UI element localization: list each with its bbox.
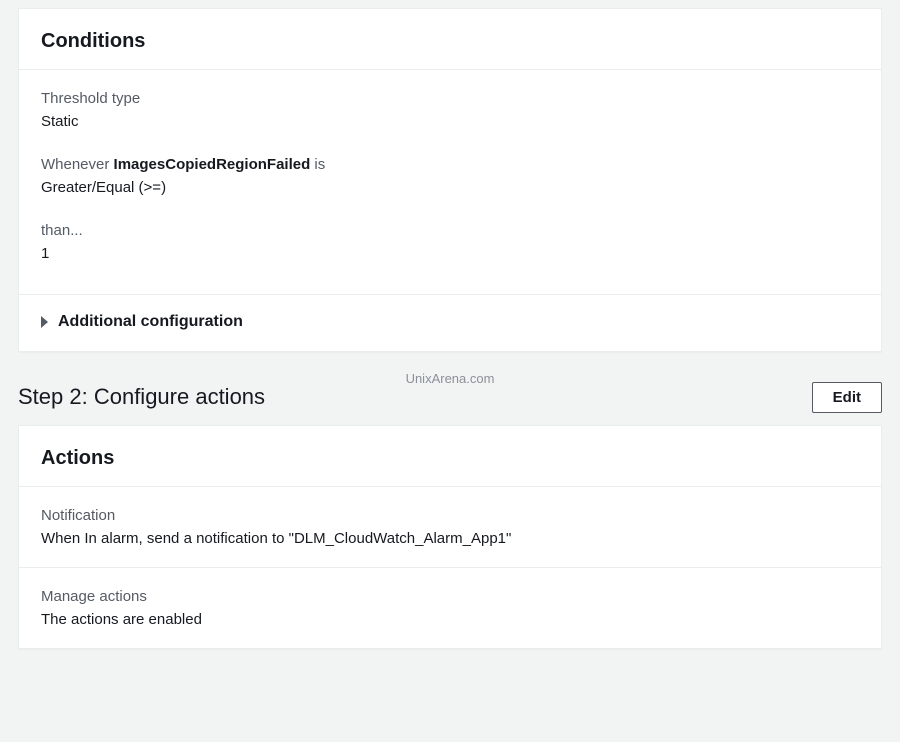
- metric-name: ImagesCopiedRegionFailed: [114, 156, 311, 173]
- notification-label: Notification: [41, 505, 859, 526]
- actions-body: Notification When In alarm, send a notif…: [19, 487, 881, 648]
- step-2-row: UnixArena.com Step 2: Configure actions …: [18, 382, 882, 413]
- notification-field: Notification When In alarm, send a notif…: [19, 487, 881, 568]
- conditions-body: Threshold type Static Whenever ImagesCop…: [19, 70, 881, 294]
- threshold-type-field: Threshold type Static: [41, 88, 859, 132]
- step-2-title: Step 2: Configure actions: [18, 382, 265, 413]
- additional-configuration-label: Additional configuration: [58, 311, 243, 333]
- manage-actions-value: The actions are enabled: [41, 609, 859, 630]
- edit-button[interactable]: Edit: [812, 382, 882, 413]
- watermark-text: UnixArena.com: [406, 370, 495, 388]
- whenever-field: Whenever ImagesCopiedRegionFailed is Gre…: [41, 154, 859, 198]
- whenever-label: Whenever ImagesCopiedRegionFailed is: [41, 154, 859, 175]
- than-field: than... 1: [41, 220, 859, 264]
- threshold-type-value: Static: [41, 111, 859, 132]
- whenever-prefix: Whenever: [41, 156, 114, 173]
- comparison-value: Greater/Equal (>=): [41, 177, 859, 198]
- actions-panel: Actions Notification When In alarm, send…: [18, 425, 882, 649]
- actions-title: Actions: [41, 444, 859, 472]
- conditions-header: Conditions: [19, 9, 881, 70]
- conditions-panel: Conditions Threshold type Static Wheneve…: [18, 8, 882, 352]
- conditions-title: Conditions: [41, 27, 859, 55]
- manage-actions-label: Manage actions: [41, 586, 859, 607]
- additional-configuration-expander[interactable]: Additional configuration: [19, 294, 881, 351]
- whenever-suffix: is: [310, 156, 325, 173]
- notification-value: When In alarm, send a notification to "D…: [41, 528, 859, 549]
- than-label: than...: [41, 220, 859, 241]
- threshold-type-label: Threshold type: [41, 88, 859, 109]
- than-value: 1: [41, 243, 859, 264]
- caret-right-icon: [41, 316, 48, 328]
- manage-actions-field: Manage actions The actions are enabled: [19, 568, 881, 648]
- actions-header: Actions: [19, 426, 881, 487]
